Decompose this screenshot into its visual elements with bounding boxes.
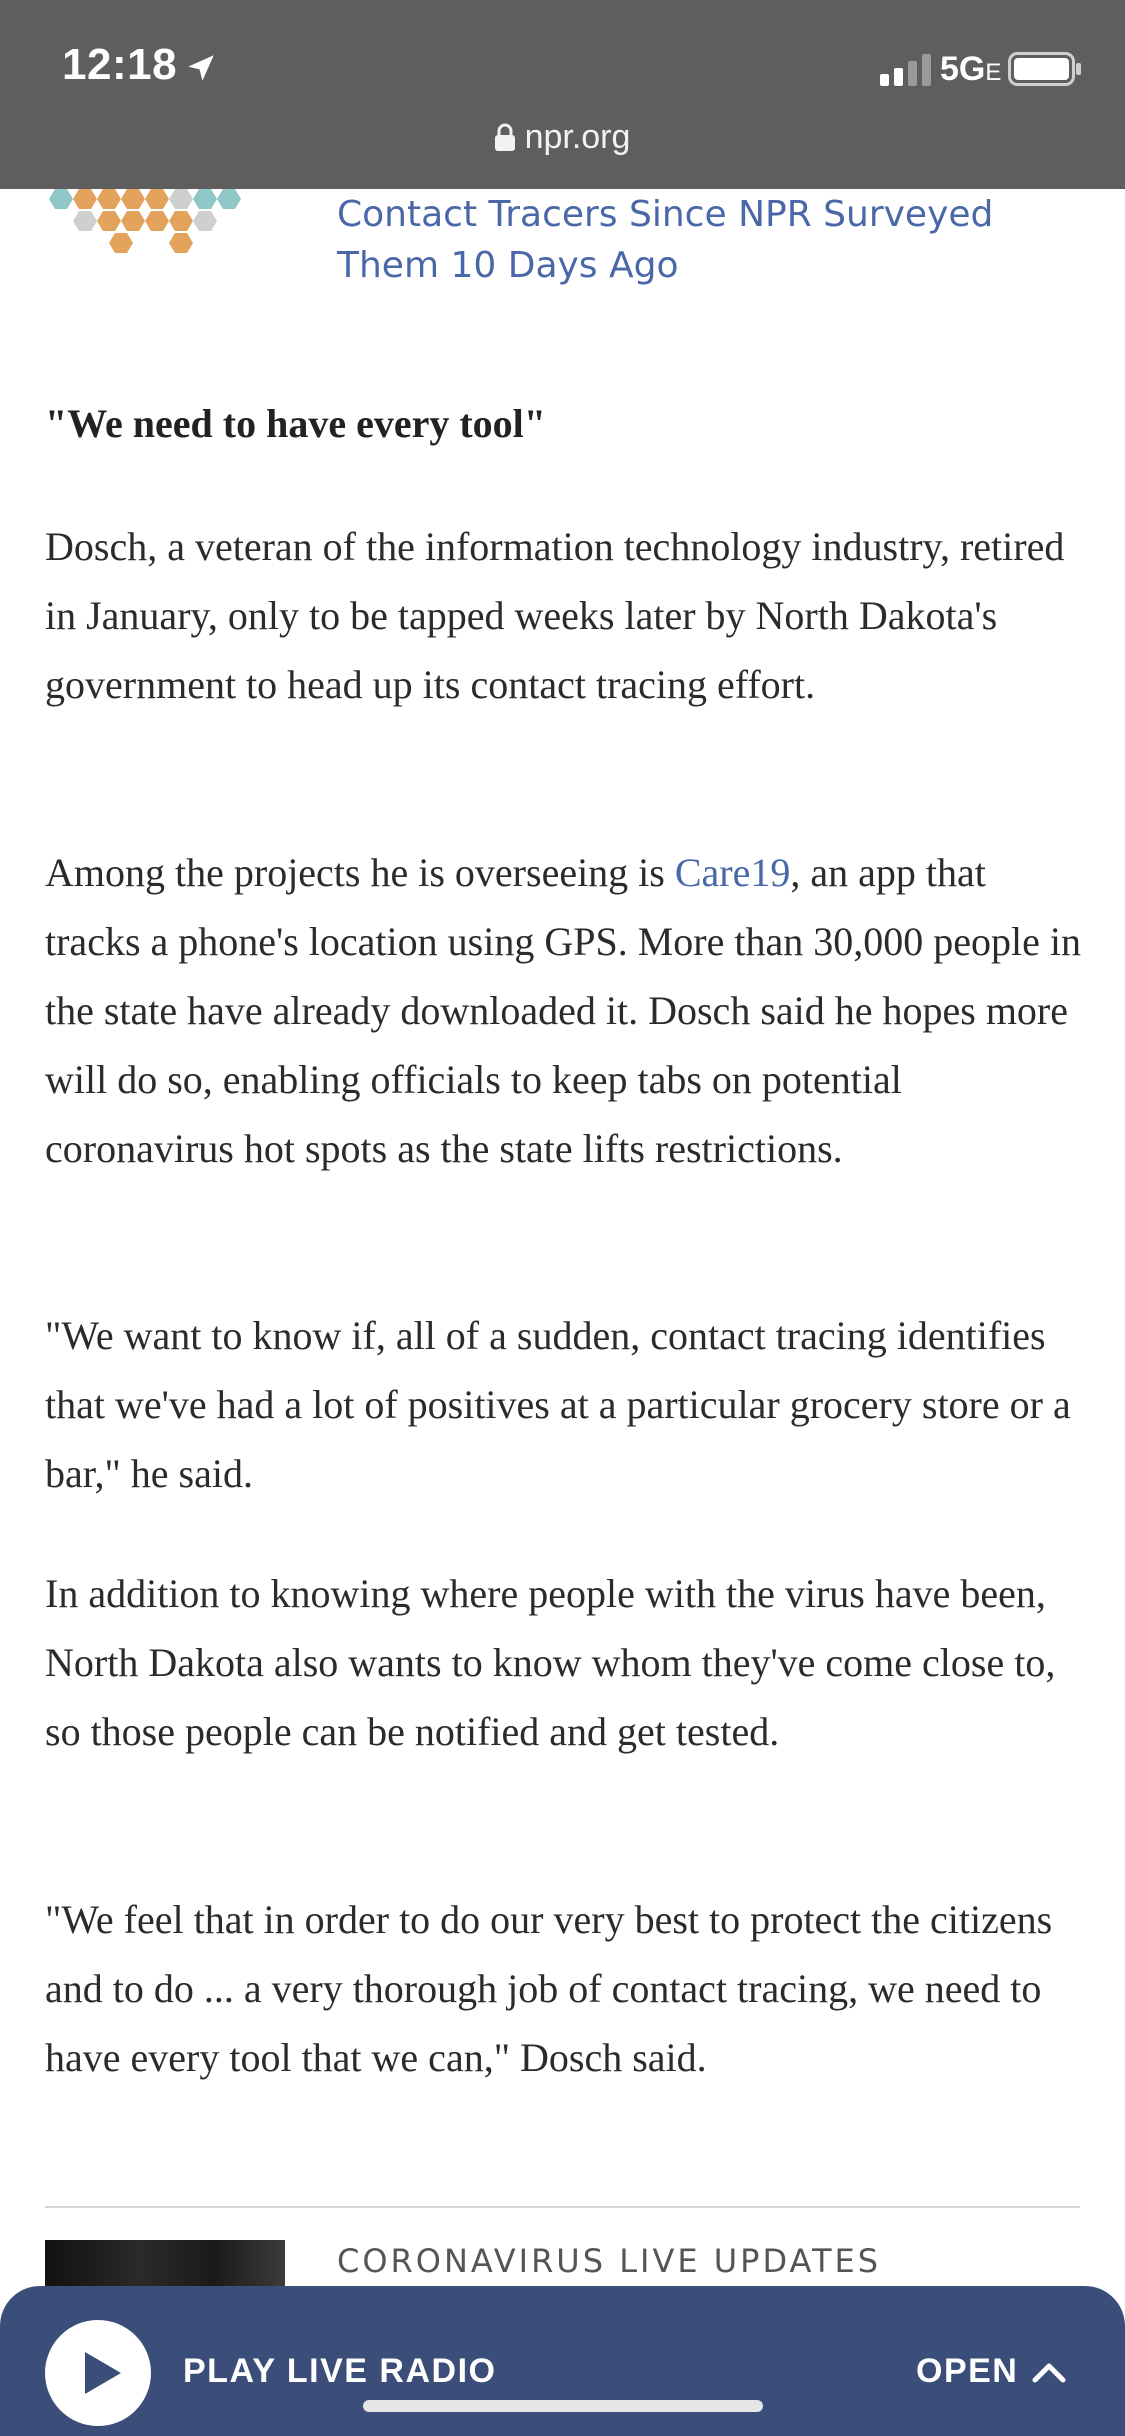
- live-radio-bar: PLAY LIVE RADIO OPEN: [0, 2286, 1125, 2436]
- open-player-button[interactable]: OPEN: [916, 2352, 1066, 2391]
- chevron-up-icon: [1032, 2363, 1066, 2382]
- article-paragraph: "We feel that in order to do our very be…: [45, 1897, 1053, 2080]
- paragraph-text: , an app that tracks a phone's location …: [45, 850, 1081, 1171]
- status-time: 12:18: [62, 40, 178, 89]
- browser-top-bar: 12:18 5GE npr.org: [0, 0, 1125, 189]
- article-subhead: "We need to have every tool": [45, 401, 546, 446]
- open-label: OPEN: [916, 2352, 1019, 2390]
- care19-link[interactable]: Care19: [675, 850, 791, 895]
- play-live-radio-label[interactable]: PLAY LIVE RADIO: [183, 2352, 496, 2391]
- next-story-label[interactable]: CORONAVIRUS LIVE UPDATES: [337, 2242, 881, 2280]
- paragraph-text: Among the projects he is overseeing is: [45, 850, 675, 895]
- article-paragraph: Dosch, a veteran of the information tech…: [45, 524, 1065, 707]
- hex-map-thumbnail[interactable]: [45, 189, 285, 279]
- play-icon: [85, 2352, 121, 2394]
- lock-icon: [494, 123, 515, 151]
- home-indicator[interactable]: [363, 2400, 763, 2412]
- article-paragraph: Among the projects he is overseeing is C…: [45, 838, 1085, 1183]
- play-button[interactable]: [45, 2320, 151, 2426]
- divider: [45, 2206, 1080, 2208]
- related-story-title[interactable]: Contact Tracers Since NPR Surveyed Them …: [337, 189, 1077, 291]
- cellular-signal-icon: [880, 54, 931, 86]
- url-text: npr.org: [524, 118, 631, 156]
- location-arrow-icon: [188, 55, 214, 81]
- battery-icon: [1008, 52, 1081, 86]
- article-paragraph: "We want to know if, all of a sudden, co…: [45, 1313, 1071, 1496]
- address-bar[interactable]: npr.org: [0, 118, 1125, 157]
- network-type: 5GE: [940, 50, 1002, 88]
- article-paragraph: In addition to knowing where people with…: [45, 1571, 1056, 1754]
- related-story[interactable]: Contact Tracers Since NPR Surveyed Them …: [0, 189, 1125, 299]
